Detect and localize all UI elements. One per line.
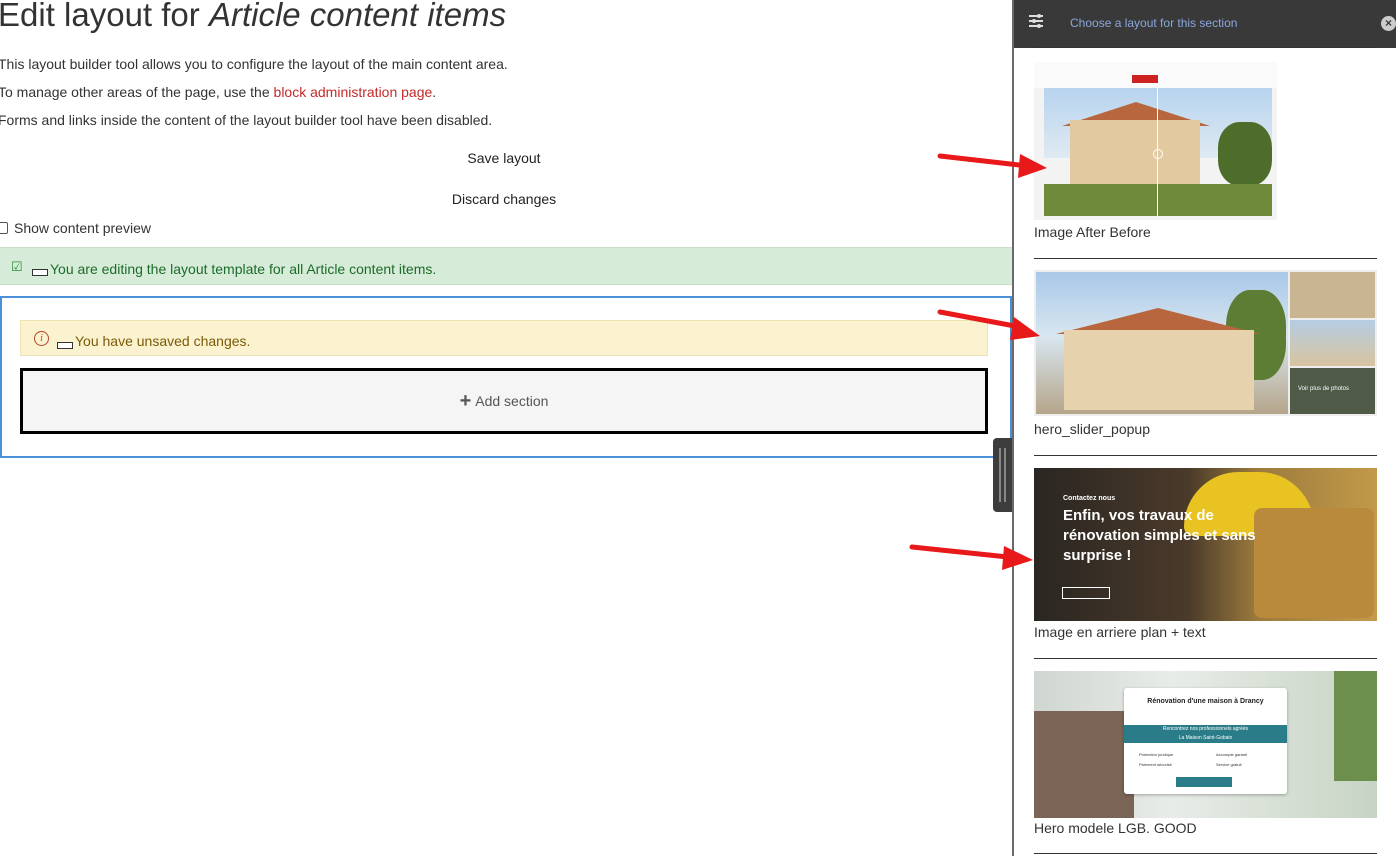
add-section-label: Add section [475, 393, 549, 409]
layout-thumbnail-image-arriere-plan[interactable]: Contactez nous Enfin, vos travaux de rén… [1034, 468, 1377, 621]
panel-header: Choose a layout for this section × [1014, 0, 1396, 48]
thumb-heading: Enfin, vos travaux de rénovation simples… [1063, 507, 1256, 564]
layout-thumbnail-image-after-before[interactable] [1034, 62, 1277, 220]
divider [1034, 658, 1377, 659]
annotation-arrow-icon [909, 544, 1033, 570]
layout-option-label[interactable]: Image After Before [1034, 224, 1151, 240]
message-icon [32, 269, 48, 276]
layout-option-label[interactable]: hero_slider_popup [1034, 421, 1150, 437]
divider [1034, 455, 1377, 456]
preview-label: Show content preview [14, 220, 151, 236]
intro-text: This layout builder tool allows you to c… [0, 56, 508, 72]
divider [1034, 853, 1377, 854]
annotation-arrow-icon [937, 309, 1040, 340]
layout-option-label[interactable]: Image en arriere plan + text [1034, 624, 1206, 640]
status-text: You are editing the layout template for … [50, 261, 437, 277]
thumb-item: Paiement sécurisé [1139, 762, 1172, 767]
annotation-arrow-icon [937, 153, 1047, 178]
thumb-band-line: Rencontrez nos professionnels agréés [1162, 726, 1249, 732]
info-icon: i [34, 331, 49, 346]
save-layout-button[interactable]: Save layout [0, 150, 1008, 166]
page-title: Edit layout for Article content items [0, 0, 506, 34]
plus-icon: + [459, 390, 472, 412]
thumb-caption: Voir plus de photos [1298, 386, 1350, 392]
divider [1034, 47, 1377, 48]
panel-title: Choose a layout for this section [1070, 16, 1238, 30]
thumb-item: Service gratuit [1216, 762, 1242, 767]
layout-builder-region: i You have unsaved changes. + Add sectio… [0, 296, 1012, 458]
layout-builder-main: Edit layout for Article content items Th… [0, 0, 1012, 856]
warning-text: You have unsaved changes. [75, 333, 251, 349]
sliders-icon [1029, 14, 1043, 28]
thumb-item: Accompte garanti [1216, 752, 1248, 757]
preview-checkbox[interactable] [0, 222, 8, 234]
panel-resize-handle[interactable] [993, 438, 1012, 512]
status-message: ☑ You are editing the layout template fo… [0, 247, 1012, 285]
thumb-item: Protection juridique [1139, 752, 1174, 757]
page-title-entity: Article content items [208, 0, 507, 33]
check-icon: ☑ [11, 259, 23, 274]
add-section-button[interactable]: + Add section [20, 368, 988, 434]
thumb-kicker: Contactez nous [1063, 495, 1116, 502]
layout-thumbnail-hero-modele-lgb[interactable]: Rénovation d'une maison à Drancy Rencont… [1034, 671, 1377, 818]
layout-thumbnail-hero-slider-popup[interactable]: Voir plus de photos [1034, 270, 1377, 416]
manage-text: To manage other areas of the page, use t… [0, 84, 437, 100]
layout-option-label[interactable]: Hero modele LGB. GOOD [1034, 820, 1197, 836]
thumb-card-title: Rénovation d'une maison à Drancy [1147, 698, 1264, 705]
message-icon [57, 342, 73, 349]
disabled-note: Forms and links inside the content of th… [0, 112, 493, 128]
close-icon[interactable]: × [1381, 16, 1396, 31]
discard-changes-button[interactable]: Discard changes [0, 191, 1008, 207]
layout-chooser-panel: Choose a layout for this section × Image… [1012, 0, 1396, 856]
thumb-card: Rénovation d'une maison à Drancy Rencont… [1124, 688, 1287, 794]
divider [1034, 258, 1377, 259]
thumb-band-line: La Maison Saint-Gobain [1178, 735, 1233, 741]
unsaved-warning: i You have unsaved changes. [20, 320, 988, 356]
block-admin-link[interactable]: block administration page [274, 84, 433, 100]
content-preview-toggle[interactable]: Show content preview [0, 220, 151, 236]
